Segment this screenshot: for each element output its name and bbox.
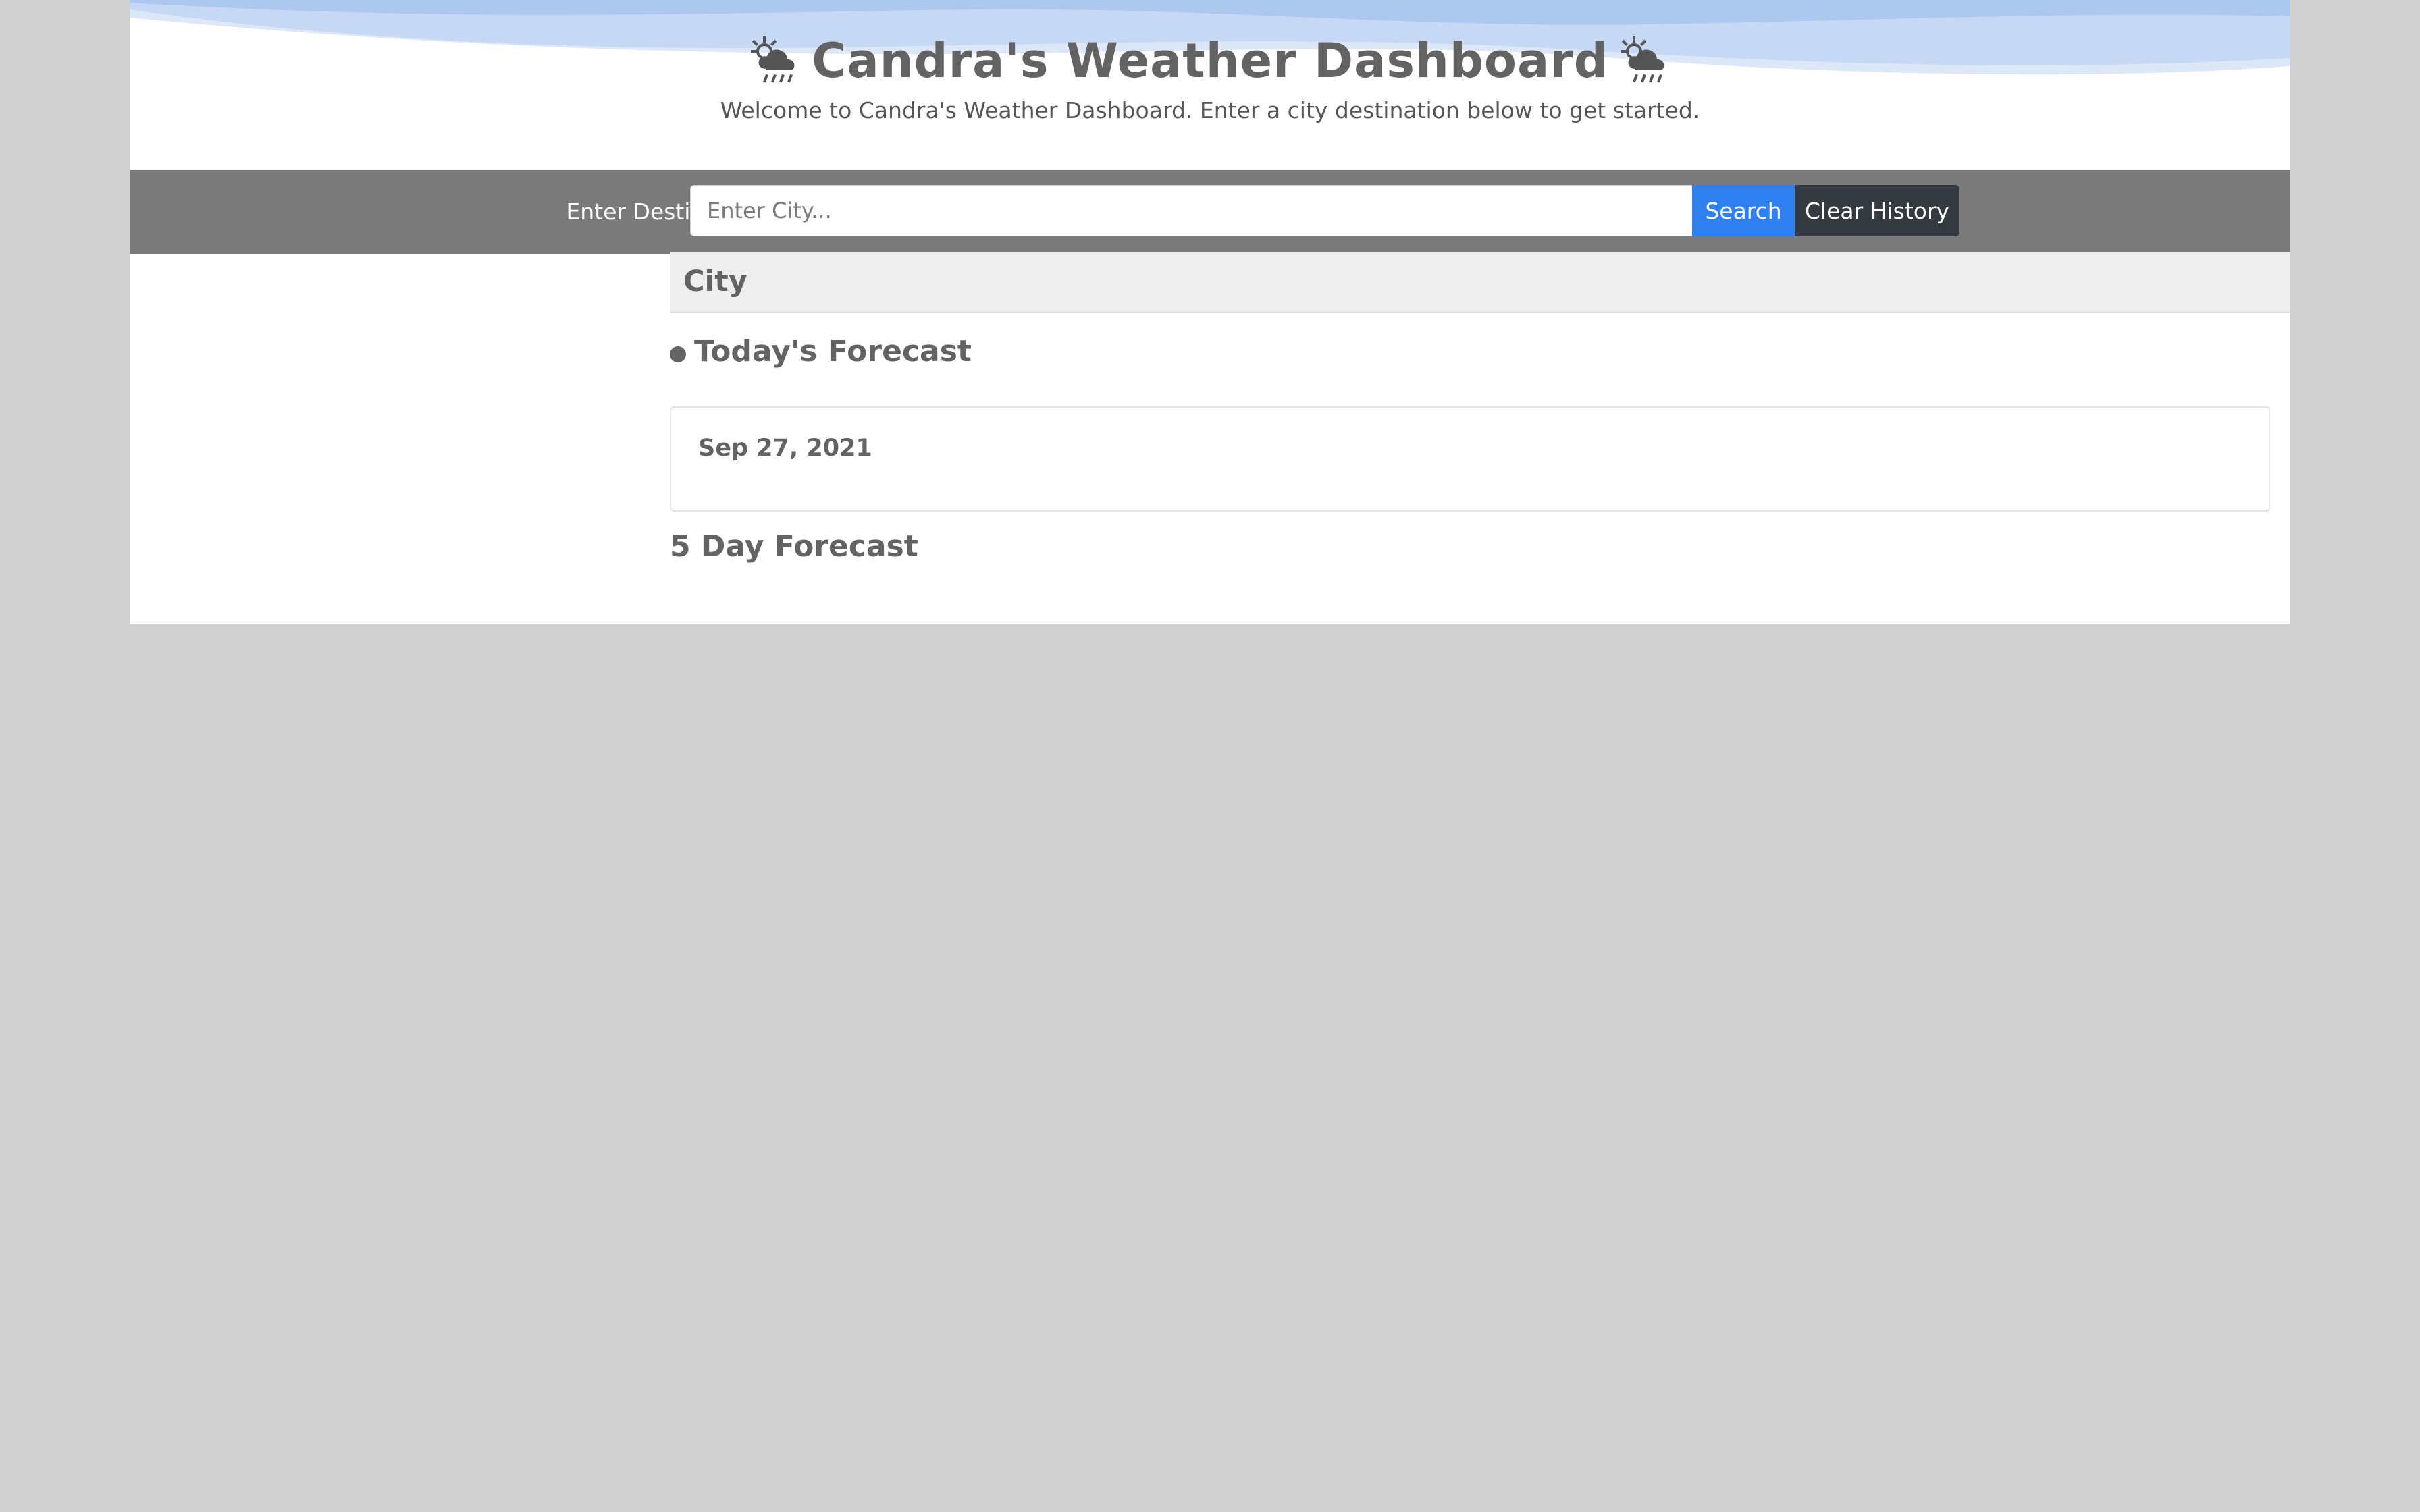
- page-container: Candra's Weather Dashboard Welcome to Ca…: [130, 0, 2290, 624]
- todays-forecast-title: Today's Forecast: [694, 333, 972, 369]
- city-search-input[interactable]: [690, 185, 1695, 236]
- bullet-icon: [670, 346, 686, 362]
- forecast-date: Sep 27, 2021: [698, 435, 872, 462]
- title-row: Candra's Weather Dashboard: [130, 27, 2290, 94]
- search-bar: Enter Destination City Search Clear Hist…: [130, 170, 2290, 254]
- header: Candra's Weather Dashboard Welcome to Ca…: [130, 0, 2290, 170]
- city-header: City: [670, 252, 2290, 313]
- five-day-forecast-title: 5 Day Forecast: [670, 529, 918, 564]
- search-button[interactable]: Search: [1692, 185, 1795, 236]
- todays-forecast-card: Sep 27, 2021: [670, 406, 2270, 512]
- cloud-sun-rain-icon: [751, 36, 795, 83]
- page-subtitle: Welcome to Candra's Weather Dashboard. E…: [720, 97, 1700, 124]
- todays-forecast-heading: Today's Forecast: [670, 331, 972, 371]
- cloud-sun-rain-icon: [1620, 36, 1664, 83]
- clear-history-button[interactable]: Clear History: [1795, 185, 1959, 236]
- page-title: Candra's Weather Dashboard: [812, 33, 1608, 88]
- city-title: City: [683, 265, 747, 298]
